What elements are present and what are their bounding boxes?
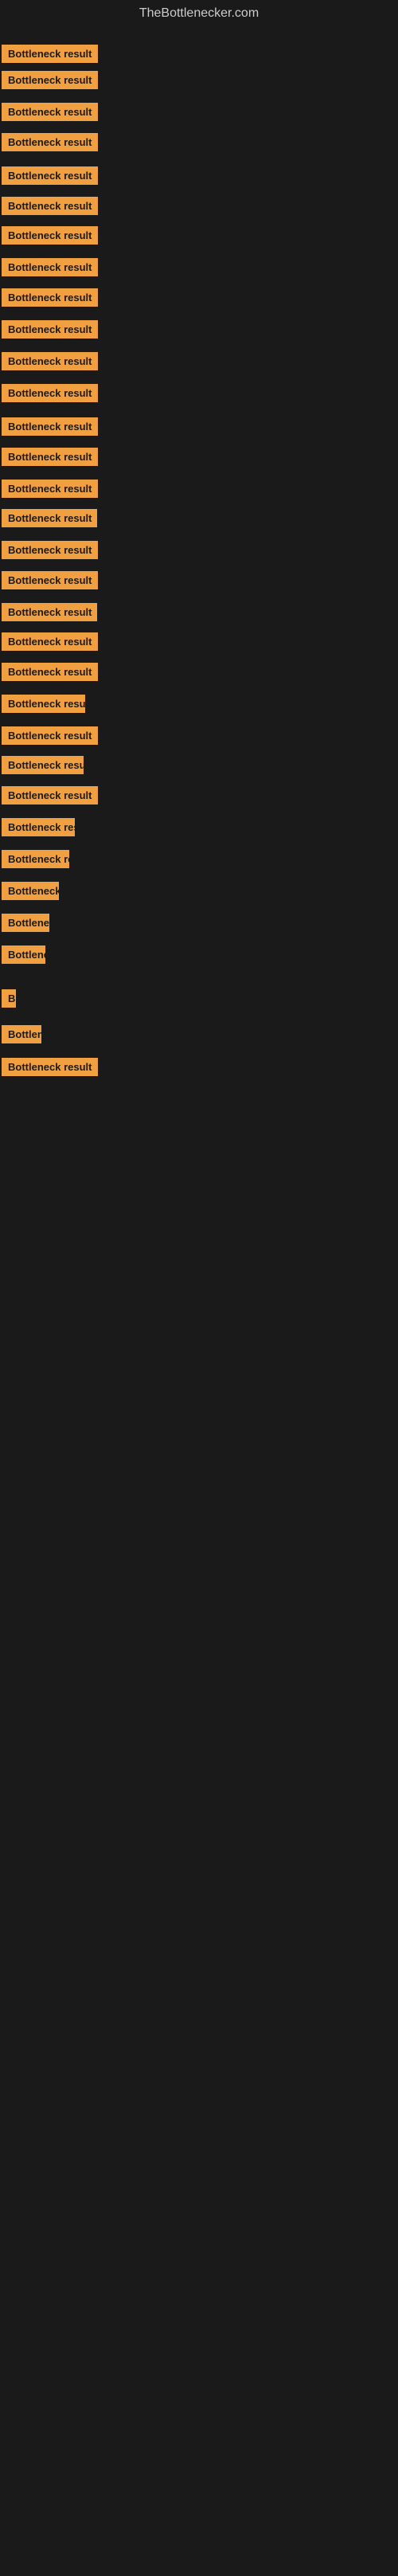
bottleneck-item: Bottleneck result (2, 288, 98, 311)
bottleneck-item: Bottleneck result (2, 571, 98, 593)
bottleneck-badge: Bottleneck result (2, 320, 98, 339)
bottleneck-badge: Bottleneck result (2, 882, 59, 900)
bottleneck-badge: Bottleneck result (2, 786, 98, 805)
bottleneck-item: Bottleneck result (2, 258, 98, 280)
bottleneck-badge: Bottleneck result (2, 1025, 41, 1043)
bottleneck-item: Bottleneck result (2, 1025, 41, 1047)
bottleneck-badge: Bottleneck result (2, 288, 98, 307)
bottleneck-badge: Bottleneck result (2, 226, 98, 245)
bottleneck-item: Bottleneck result (2, 756, 84, 778)
bottleneck-badge: B (2, 989, 16, 1008)
bottleneck-badge: Bottleneck result (2, 603, 97, 621)
bottleneck-item: Bottleneck result (2, 166, 98, 189)
bottleneck-badge: Bottleneck result (2, 448, 98, 466)
bottleneck-item: Bottleneck result (2, 882, 59, 904)
bottleneck-item: Bottleneck result (2, 914, 49, 936)
bottleneck-item: Bottleneck result (2, 384, 98, 406)
bottleneck-item: Bottleneck result (2, 541, 98, 563)
bottleneck-item: Bottleneck result (2, 448, 98, 470)
bottleneck-badge: Bottleneck result (2, 166, 98, 185)
bottleneck-item: Bottleneck result (2, 632, 98, 655)
bottleneck-item: Bottleneck result (2, 71, 98, 93)
bottleneck-badge: Bottleneck result (2, 417, 98, 436)
bottleneck-item: Bottleneck result (2, 480, 98, 502)
bottleneck-item: Bottleneck result (2, 352, 98, 374)
bottleneck-badge: Bottleneck result (2, 103, 98, 121)
bottleneck-badge: Bottleneck result (2, 384, 98, 402)
bottleneck-item: Bottleneck result (2, 417, 98, 440)
bottleneck-badge: Bottleneck result (2, 632, 98, 651)
bottleneck-item: Bottleneck result (2, 695, 85, 717)
bottleneck-badge: Bottleneck result (2, 726, 98, 745)
bottleneck-badge: Bottleneck result (2, 258, 98, 276)
bottleneck-badge: Bottleneck result (2, 756, 84, 774)
bottleneck-item: B (2, 989, 16, 1012)
bottleneck-item: Bottleneck result (2, 320, 98, 343)
bottleneck-item: Bottleneck result (2, 1058, 98, 1080)
bottleneck-badge: Bottleneck result (2, 571, 98, 589)
bottleneck-badge: Bottleneck result (2, 1058, 98, 1076)
bottleneck-badge: Bottleneck result (2, 352, 98, 370)
bottleneck-badge: Bottleneck result (2, 914, 49, 932)
bottleneck-badge: Bottleneck result (2, 45, 98, 63)
bottleneck-item: Bottleneck result (2, 663, 98, 685)
bottleneck-item: Bottleneck result (2, 45, 98, 67)
site-title: TheBottlenecker.com (0, 0, 398, 27)
bottleneck-item: Bottleneck result (2, 509, 97, 531)
bottleneck-item: Bottleneck result (2, 133, 98, 155)
bottleneck-badge: Bottleneck result (2, 541, 98, 559)
bottleneck-item: Bottleneck result (2, 603, 97, 625)
bottleneck-badge: Bottleneck result (2, 71, 98, 89)
bottleneck-badge: Bottleneck result (2, 695, 85, 713)
bottleneck-item: Bottleneck result (2, 197, 98, 219)
bottleneck-badge: Bottleneck result (2, 197, 98, 215)
bottleneck-badge: Bottleneck result (2, 945, 45, 964)
bottleneck-badge: Bottleneck result (2, 818, 75, 836)
bottleneck-badge: Bottleneck result (2, 509, 97, 527)
bottleneck-badge: Bottleneck result (2, 480, 98, 498)
bottleneck-badge: Bottleneck result (2, 663, 98, 681)
bottleneck-badge: Bottleneck result (2, 133, 98, 151)
bottleneck-item: Bottleneck result (2, 945, 45, 968)
bottleneck-item: Bottleneck result (2, 850, 69, 872)
bottleneck-item: Bottleneck result (2, 103, 98, 125)
bottleneck-item: Bottleneck result (2, 818, 75, 840)
bottleneck-item: Bottleneck result (2, 726, 98, 749)
bottleneck-item: Bottleneck result (2, 786, 98, 808)
bottleneck-item: Bottleneck result (2, 226, 98, 249)
bottleneck-badge: Bottleneck result (2, 850, 69, 868)
